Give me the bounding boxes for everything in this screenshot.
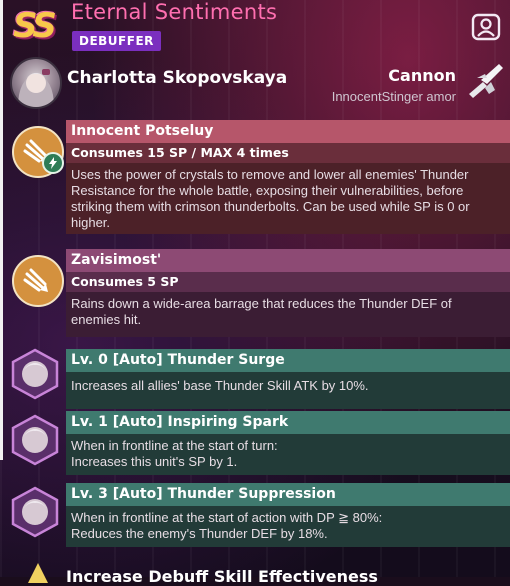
star-arrow-icon <box>28 563 48 583</box>
passive-name: Lv. 3 [Auto] Thunder Suppression <box>66 483 510 506</box>
passive-inspiring-spark[interactable]: Lv. 1 [Auto] Inspiring Spark When in fro… <box>66 411 510 475</box>
profile-card-icon <box>471 13 501 41</box>
skill-name: Zavisimost' <box>66 249 510 272</box>
passive-portrait-icon <box>11 486 59 538</box>
skill-description: Rains down a wide-area barrage that redu… <box>66 292 510 337</box>
skill-cost: Consumes 15 SP / MAX 4 times <box>66 143 510 163</box>
skill-innocent-potseluy[interactable]: Innocent Potseluy Consumes 15 SP / MAX 4… <box>66 120 510 234</box>
role-tag: DEBUFFER <box>72 31 161 51</box>
passive-name: Lv. 1 [Auto] Inspiring Spark <box>66 411 510 434</box>
passive-portrait-icon <box>11 414 59 466</box>
skill-cost: Consumes 5 SP <box>66 272 510 292</box>
skill-icon-zavisimost[interactable] <box>12 255 64 307</box>
style-title: Eternal Sentiments <box>71 0 278 24</box>
passive-thunder-suppression[interactable]: Lv. 3 [Auto] Thunder Suppression When in… <box>66 483 510 547</box>
cannon-weapon-icon <box>469 64 503 98</box>
weapon-name: InnocentStinger amor <box>331 89 456 104</box>
passive-description: When in frontline at the start of action… <box>66 506 510 547</box>
rarity-badge: SS <box>13 6 57 46</box>
passive-description: Increases all allies' base Thunder Skill… <box>66 372 510 409</box>
passive-portrait-icon <box>11 348 59 400</box>
skill-zavisimost[interactable]: Zavisimost' Consumes 5 SP Rains down a w… <box>66 249 510 337</box>
skill-name: Innocent Potseluy <box>66 120 510 143</box>
passive-thunder-surge[interactable]: Lv. 0 [Auto] Thunder Surge Increases all… <box>66 349 510 409</box>
arrow-burst-icon <box>23 268 48 292</box>
character-avatar <box>10 57 62 109</box>
skill-description: Uses the power of crystals to remove and… <box>66 163 510 234</box>
passive-description: When in frontline at the start of turn: … <box>66 434 510 475</box>
left-edge-strip <box>0 0 3 460</box>
passive-name: Lv. 0 [Auto] Thunder Surge <box>66 349 510 372</box>
thunder-element-badge <box>42 152 64 174</box>
character-name: Charlotta Skopovskaya <box>67 68 288 88</box>
character-profile-button[interactable] <box>470 10 502 44</box>
lightning-icon <box>49 157 57 169</box>
weapon-type: Cannon <box>388 66 456 85</box>
